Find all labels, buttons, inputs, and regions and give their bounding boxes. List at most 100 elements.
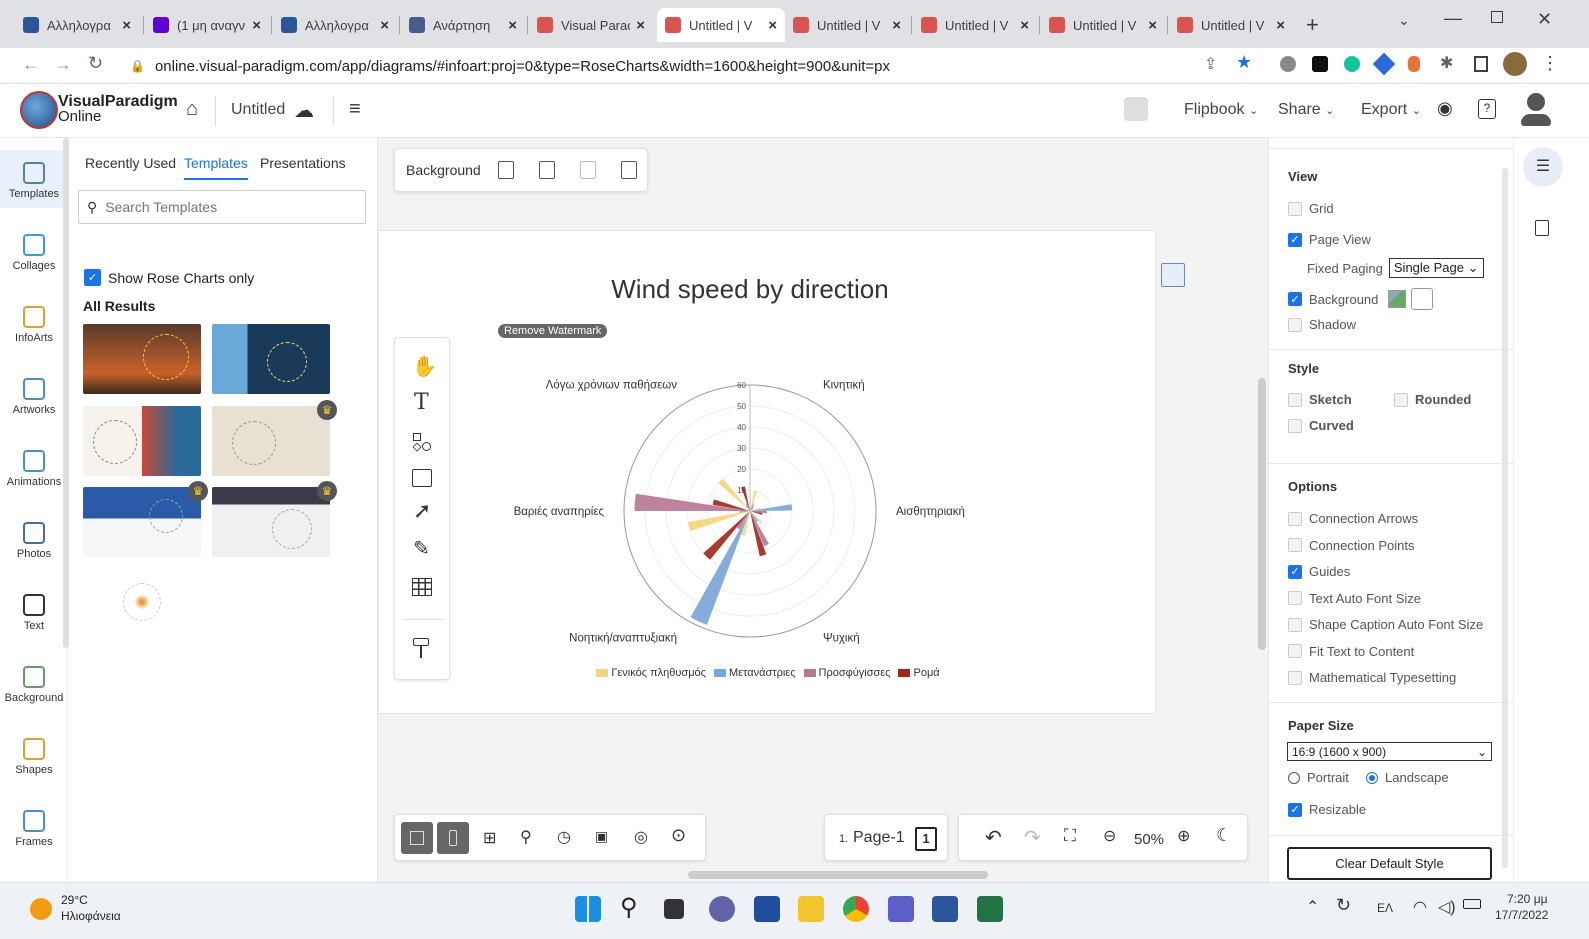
remove-background-icon[interactable] [580, 161, 596, 179]
checkbox[interactable] [1394, 392, 1408, 407]
redo-icon[interactable]: ↷ [1024, 825, 1041, 850]
sidebar-item-frames[interactable]: Frames [0, 798, 68, 856]
browser-tab[interactable]: Αλληλογρα × [15, 8, 139, 42]
dark-mode-icon[interactable]: ☾ [1216, 825, 1232, 846]
sidebar-item-animations[interactable]: Animations [0, 438, 68, 496]
sidebar-item-photos[interactable]: Photos [0, 510, 68, 568]
legend-item[interactable]: Προσφύγισσες [803, 667, 890, 679]
sidebar-item-artworks[interactable]: Artworks [0, 366, 68, 424]
checkbox[interactable] [1288, 317, 1302, 332]
legend-item[interactable]: Γενικός πληθυσμός [596, 667, 706, 679]
checkbox[interactable] [1288, 538, 1302, 552]
template-thumbnail[interactable] [212, 324, 330, 394]
preview-eye-icon[interactable]: ◉ [1437, 98, 1453, 119]
chrome-icon[interactable] [843, 896, 869, 922]
close-tab-icon[interactable]: × [252, 17, 261, 34]
video-icon[interactable]: ▣ [595, 828, 608, 845]
side-panel-icon[interactable] [1474, 56, 1488, 72]
checkbox[interactable] [1288, 418, 1302, 433]
outline-toggle-icon[interactable] [437, 822, 469, 854]
radio-icon[interactable] [1288, 771, 1300, 784]
curved-option[interactable]: Curved [1288, 418, 1354, 433]
remove-watermark-button[interactable]: Remove Watermark [498, 324, 608, 338]
page-count-icon[interactable]: 1 [915, 827, 937, 851]
checkbox[interactable] [1288, 201, 1302, 216]
panel-scrollbar[interactable] [63, 138, 69, 648]
sync-icon[interactable]: ↻ [1336, 895, 1351, 916]
layout-icon[interactable]: ⊞ [483, 828, 496, 848]
extension-icon[interactable] [1280, 56, 1296, 72]
close-tab-icon[interactable]: × [768, 17, 777, 34]
fixed-paging-select[interactable]: Single Page ⌄ [1388, 258, 1484, 278]
undo-icon[interactable]: ↶ [985, 825, 1002, 850]
rounded-option[interactable]: Rounded [1394, 392, 1471, 407]
tab-search-icon[interactable]: ⌄ [1398, 12, 1410, 29]
checkbox-checked-icon[interactable]: ✓ [1288, 564, 1302, 579]
windows-start-icon[interactable] [575, 896, 601, 922]
sidebar-item-collages[interactable]: Collages [0, 222, 68, 280]
share-page-icon[interactable]: ⇪ [1204, 54, 1217, 74]
background-image-icon[interactable] [1388, 290, 1407, 308]
rose-wedge[interactable] [750, 511, 767, 557]
option-fit-text-to-content[interactable]: Fit Text to Content [1288, 644, 1414, 659]
checkbox[interactable] [1288, 644, 1302, 658]
browser-tab[interactable]: (1 μη αναγν × [145, 8, 269, 42]
panel-toggle-icon[interactable] [401, 822, 433, 854]
checkbox[interactable] [1288, 617, 1302, 632]
extension-icon[interactable] [1312, 56, 1328, 72]
clear-default-style-button[interactable]: Clear Default Style [1287, 847, 1492, 880]
template-thumbnail[interactable] [212, 487, 330, 557]
clock-date[interactable]: 17/7/2022 [1495, 908, 1548, 922]
zoom-in-icon[interactable]: ⊕ [1177, 826, 1190, 846]
option-text-auto-font-size[interactable]: Text Auto Font Size [1288, 591, 1421, 606]
option-mathematical-typesetting[interactable]: Mathematical Typesetting [1288, 670, 1456, 685]
search-templates-field[interactable]: ⚲ [78, 190, 366, 224]
checkbox-checked-icon[interactable]: ✓ [1288, 292, 1302, 306]
zoom-out-icon[interactable]: ⊖ [1103, 826, 1116, 846]
share-menu[interactable]: Share ⌄ [1278, 101, 1334, 119]
legend-item[interactable]: Ρομά [898, 667, 940, 679]
resizable-option[interactable]: ✓ Resizable [1288, 802, 1366, 817]
properties-toggle-icon[interactable]: ☰ [1523, 147, 1563, 187]
hamburger-menu-icon[interactable]: ≡ [349, 98, 361, 121]
close-tab-icon[interactable]: × [892, 17, 901, 34]
teams-icon[interactable] [888, 896, 914, 922]
close-tab-icon[interactable]: × [1020, 17, 1029, 34]
tab-templates[interactable]: Templates [184, 155, 248, 180]
sidebar-item-templates[interactable]: Templates [0, 150, 68, 208]
browser-tab[interactable]: Visual Parac × [529, 8, 653, 42]
search-input[interactable] [105, 199, 346, 215]
panel-scrollbar[interactable] [1502, 168, 1508, 868]
connector-tool-icon[interactable]: ➚ [413, 498, 431, 524]
extension-icon[interactable] [1408, 56, 1420, 72]
reload-icon[interactable]: ↻ [88, 53, 103, 74]
zoom-level[interactable]: 50% [1134, 831, 1164, 848]
present-icon[interactable] [1124, 97, 1148, 121]
close-tab-icon[interactable]: × [508, 17, 517, 34]
background-label[interactable]: Background [406, 162, 481, 178]
grammarly-icon[interactable] [1344, 56, 1360, 72]
sidebar-item-background[interactable]: Background [0, 654, 68, 712]
browser-tab[interactable]: Untitled | V × [785, 8, 909, 42]
wifi-icon[interactable]: ◠ [1413, 897, 1427, 917]
back-icon[interactable]: ← [22, 54, 40, 75]
checkbox[interactable] [1288, 591, 1302, 605]
chat-icon[interactable] [709, 896, 735, 922]
rose-wedge[interactable] [634, 493, 751, 511]
language-indicator[interactable]: ΕΛ [1377, 901, 1393, 915]
option-connection-points[interactable]: Connection Points [1288, 538, 1415, 553]
close-tab-icon[interactable]: × [380, 17, 389, 34]
minimize-window-icon[interactable]: — [1444, 8, 1462, 29]
shadow-option[interactable]: Shadow [1288, 317, 1356, 332]
forward-icon[interactable]: → [54, 54, 72, 75]
sketch-option[interactable]: Sketch [1288, 392, 1352, 407]
add-background-icon[interactable] [498, 161, 514, 179]
pen-tool-icon[interactable]: ✎ [413, 536, 430, 561]
help-icon[interactable]: ? [1478, 99, 1496, 119]
fit-screen-icon[interactable]: ⛶ [1064, 826, 1076, 846]
table-tool-icon[interactable] [412, 578, 432, 596]
vp-logo-icon[interactable] [20, 91, 58, 129]
find-icon[interactable]: ⚲ [520, 827, 532, 847]
bookmark-star-icon[interactable]: ★ [1236, 52, 1252, 73]
browser-tab[interactable]: Untitled | V × [913, 8, 1037, 42]
